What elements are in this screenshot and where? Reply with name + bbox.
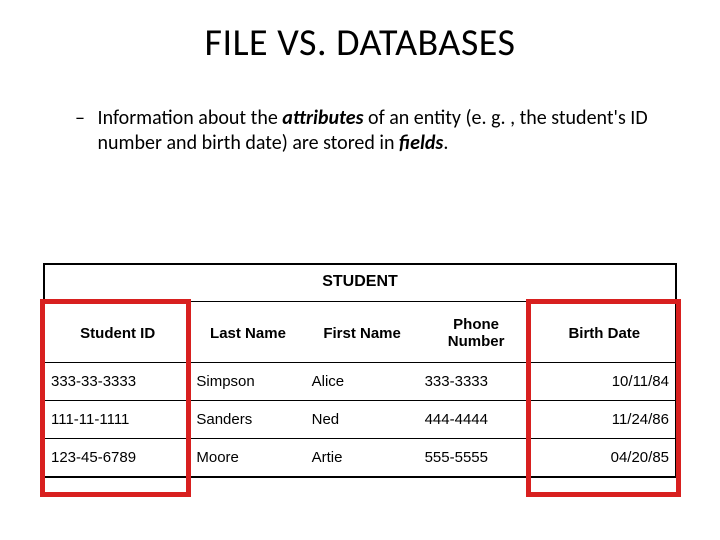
table-caption: STUDENT xyxy=(45,265,675,302)
student-table: STUDENT Student ID Last Name First Name … xyxy=(43,263,677,478)
cell-birth-date: 04/20/85 xyxy=(534,439,675,477)
col-header-first-name: First Name xyxy=(306,302,419,363)
table-row: 123-45-6789 Moore Artie 555-5555 04/20/8… xyxy=(45,439,675,477)
cell-last-name: Simpson xyxy=(190,363,305,401)
cell-birth-date: 10/11/84 xyxy=(534,363,675,401)
col-header-phone: Phone Number xyxy=(419,302,534,363)
cell-last-name: Sanders xyxy=(190,401,305,439)
col-header-student-id: Student ID xyxy=(45,302,190,363)
header-row: Student ID Last Name First Name Phone Nu… xyxy=(45,302,675,363)
bullet-text: Information about the attributes of an e… xyxy=(98,106,658,156)
cell-phone: 555-5555 xyxy=(419,439,534,477)
data-table: Student ID Last Name First Name Phone Nu… xyxy=(45,302,675,476)
col-header-birth-date: Birth Date xyxy=(534,302,675,363)
cell-first-name: Alice xyxy=(306,363,419,401)
cell-student-id: 123-45-6789 xyxy=(45,439,190,477)
cell-phone: 333-3333 xyxy=(419,363,534,401)
bullet-fields: fields xyxy=(399,131,443,155)
col-header-last-name: Last Name xyxy=(190,302,305,363)
slide-title: FILE VS. DATABASES xyxy=(0,20,720,66)
cell-phone: 444-4444 xyxy=(419,401,534,439)
cell-student-id: 111-11-1111 xyxy=(45,401,190,439)
cell-birth-date: 11/24/86 xyxy=(534,401,675,439)
table-row: 333-33-3333 Simpson Alice 333-3333 10/11… xyxy=(45,363,675,401)
bullet-pre: Information about the xyxy=(98,106,283,130)
bullet-attributes: attributes xyxy=(282,106,363,130)
cell-first-name: Ned xyxy=(306,401,419,439)
bullet-line: – Information about the attributes of an… xyxy=(75,106,665,156)
bullet-dash: – xyxy=(75,106,93,131)
bullet-post: . xyxy=(443,131,448,155)
cell-student-id: 333-33-3333 xyxy=(45,363,190,401)
cell-last-name: Moore xyxy=(190,439,305,477)
slide: FILE VS. DATABASES – Information about t… xyxy=(0,0,720,540)
table-row: 111-11-1111 Sanders Ned 444-4444 11/24/8… xyxy=(45,401,675,439)
cell-first-name: Artie xyxy=(306,439,419,477)
